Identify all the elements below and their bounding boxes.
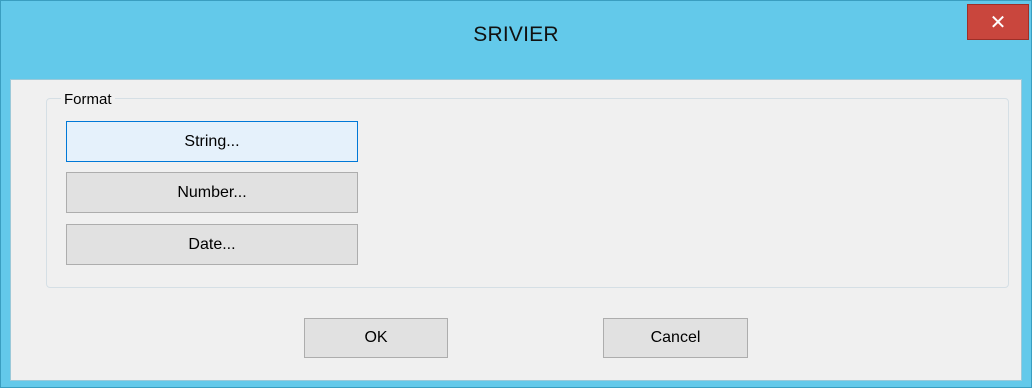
dialog-window: SRIVIER ✕ Format String... Number... Dat… [0, 0, 1032, 388]
format-group-label: Format [61, 91, 115, 108]
string-format-button[interactable]: String... [66, 121, 358, 162]
window-title: SRIVIER [473, 23, 559, 46]
ok-button[interactable]: OK [304, 318, 448, 358]
close-icon: ✕ [989, 10, 1007, 34]
cancel-button[interactable]: Cancel [603, 318, 748, 358]
date-format-button[interactable]: Date... [66, 224, 358, 265]
title-bar[interactable]: SRIVIER ✕ [1, 1, 1031, 79]
close-button[interactable]: ✕ [967, 4, 1029, 40]
number-format-button[interactable]: Number... [66, 172, 358, 213]
dialog-client-area: Format String... Number... Date... OK Ca… [10, 79, 1022, 381]
